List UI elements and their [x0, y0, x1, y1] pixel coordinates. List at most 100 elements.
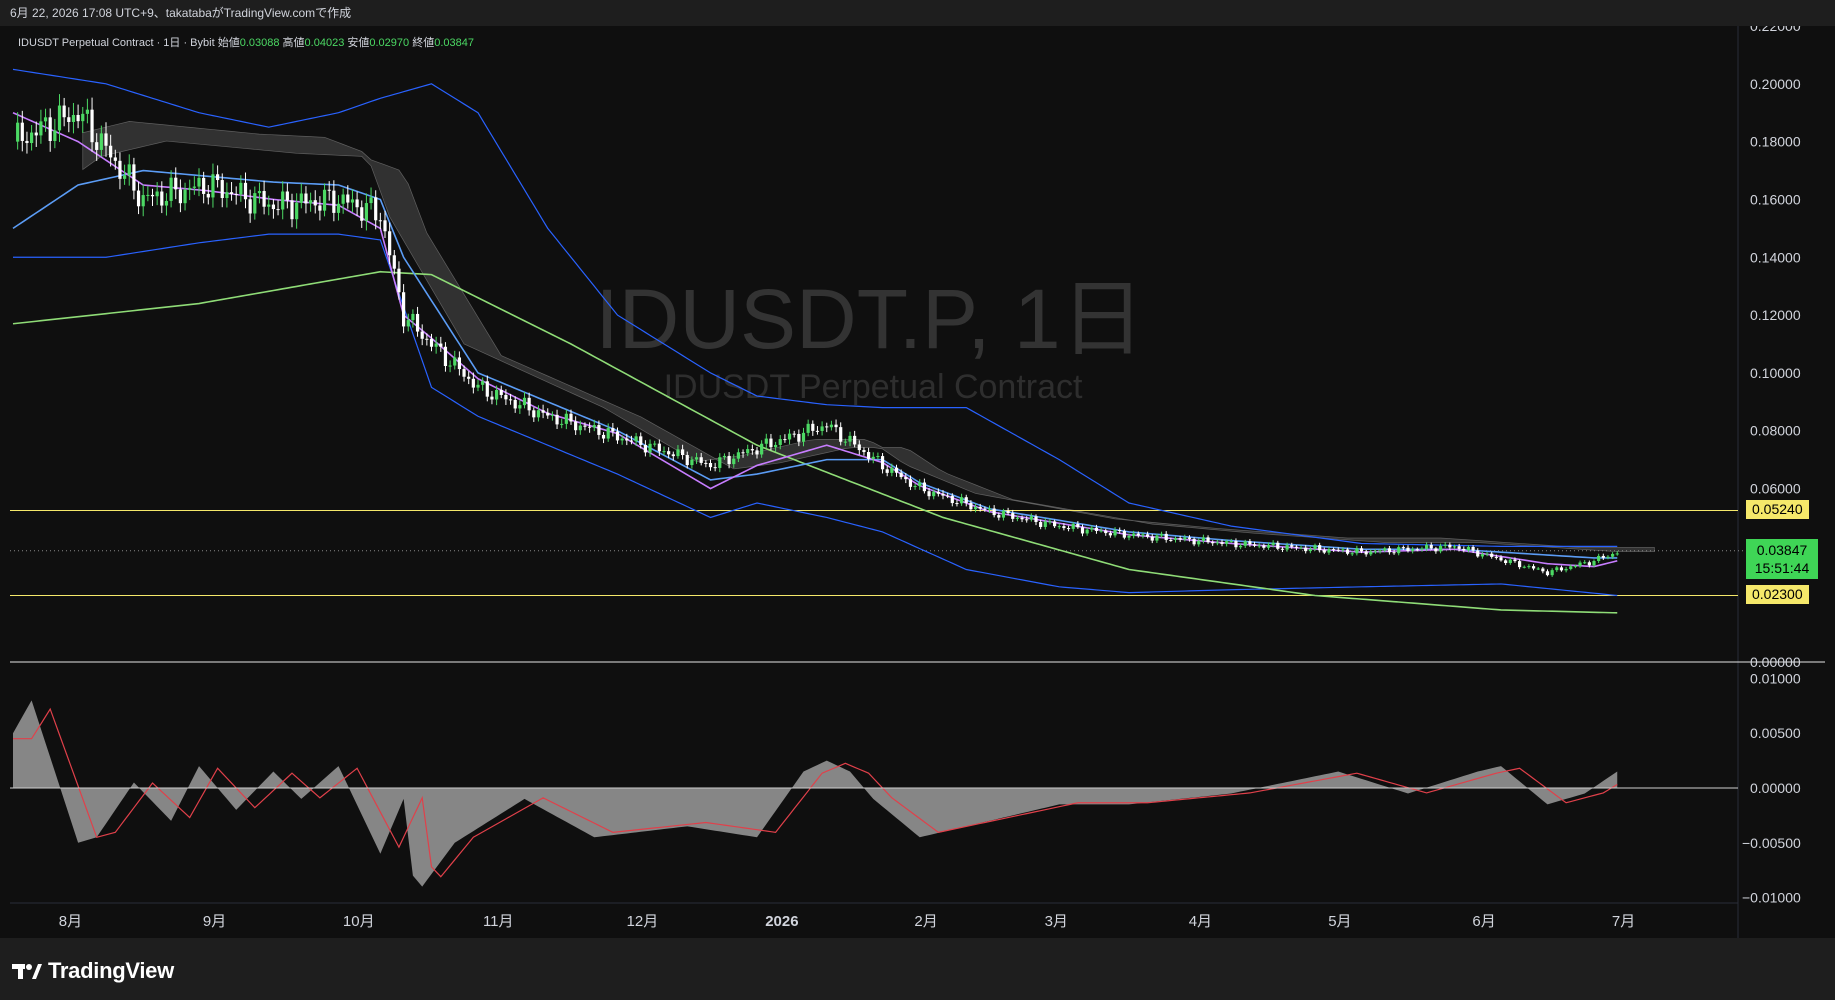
candle-body [415, 313, 420, 332]
candle-body [690, 459, 694, 466]
candle [1276, 540, 1280, 551]
candle-body [1001, 510, 1006, 518]
candle-body [583, 425, 587, 427]
candle-body [313, 200, 317, 206]
candle [1522, 565, 1526, 569]
candle-body [1304, 547, 1308, 552]
candle-body [1355, 548, 1359, 554]
watermark-description: IDUSDT Perpetual Contract [664, 368, 1083, 406]
candle-body [1434, 548, 1438, 552]
candle-body [829, 424, 833, 428]
candle-body [1485, 553, 1489, 555]
candle-body [155, 191, 159, 197]
candle-body [271, 204, 275, 210]
candle [1220, 539, 1224, 547]
candle [1173, 536, 1178, 543]
candle [1555, 566, 1559, 572]
candle-body [1206, 537, 1210, 543]
candle [1215, 539, 1219, 546]
candle-body [62, 105, 66, 118]
candle [229, 182, 234, 201]
candle-body [588, 426, 592, 428]
candle-body [425, 338, 429, 340]
candle [434, 336, 438, 354]
price-tick-label: 0.12000 [1750, 307, 1801, 323]
candle-body [1392, 552, 1396, 554]
candle [1536, 566, 1540, 570]
candle-body [1294, 546, 1298, 548]
chart-canvas[interactable]: IDUSDT.P, 1日 IDUSDT Perpetual Contract 0… [10, 26, 1825, 938]
candle-body [257, 191, 262, 194]
price-tick-label: 0.10000 [1750, 365, 1801, 381]
candle-body [1341, 549, 1345, 551]
candle-body [402, 292, 406, 327]
candle-body [20, 122, 24, 141]
candle-body [546, 412, 550, 416]
candle-body [550, 414, 554, 416]
candle-body [1438, 545, 1443, 552]
candle-body [1364, 551, 1368, 555]
candle [30, 125, 34, 151]
candle-body [620, 438, 624, 441]
candle [1150, 534, 1154, 544]
candle-body [1401, 547, 1405, 549]
candle-body [839, 427, 843, 442]
candle [220, 173, 224, 208]
candle [1559, 565, 1564, 572]
candle-body [987, 508, 992, 510]
candle [825, 422, 829, 433]
candle [16, 112, 20, 150]
candle-body [1169, 539, 1173, 541]
candle [1364, 549, 1368, 557]
candle [704, 460, 708, 468]
candle-body [1057, 526, 1061, 528]
candle [76, 104, 80, 129]
candle-body [1513, 559, 1517, 562]
candle-body [490, 396, 494, 400]
candle-body [643, 444, 647, 453]
candle [862, 447, 866, 456]
candle-body [439, 343, 443, 347]
candle-body [825, 426, 829, 428]
candle-body [1118, 530, 1122, 532]
candle-body [397, 268, 401, 293]
candle [960, 493, 964, 506]
candle-body [318, 205, 322, 211]
candle-body [541, 410, 545, 413]
candle-body [123, 175, 127, 179]
candle-body [374, 197, 378, 221]
candle [364, 193, 368, 231]
candle-body [769, 438, 773, 448]
candle-body [1155, 535, 1159, 541]
tradingview-logo[interactable]: TradingView [12, 958, 174, 984]
candle [53, 118, 57, 149]
candle [1104, 528, 1108, 536]
candle-body [774, 444, 778, 448]
candle-body [1048, 521, 1052, 523]
attribution-text: 6月 22, 2026 17:08 UTC+9、takatabaがTrading… [10, 6, 352, 20]
candle-body [355, 199, 359, 208]
candle [541, 404, 545, 419]
symbol-legend: IDUSDT Perpetual Contract · 1日 · Bybit 始… [18, 34, 474, 50]
candle [1066, 525, 1071, 532]
candle [1197, 538, 1201, 547]
candle [1192, 537, 1196, 547]
candle-body [448, 365, 452, 367]
candle-body [904, 477, 908, 480]
candle-body [1322, 550, 1326, 553]
candle-body [606, 428, 610, 439]
candle [820, 421, 824, 436]
candle-body [295, 202, 299, 220]
candle-body [894, 467, 899, 473]
candle-body [1094, 527, 1099, 531]
time-tick-label: 5月 [1328, 913, 1351, 930]
candle-body [499, 389, 503, 395]
candle-body [1187, 537, 1192, 539]
candle [783, 434, 787, 443]
candle-body [411, 313, 415, 321]
candle-body [378, 220, 382, 222]
candle-body [1220, 542, 1224, 544]
legend-high-value: 0.04023 [304, 37, 345, 49]
candle-body [1262, 545, 1266, 548]
candle [62, 97, 66, 127]
